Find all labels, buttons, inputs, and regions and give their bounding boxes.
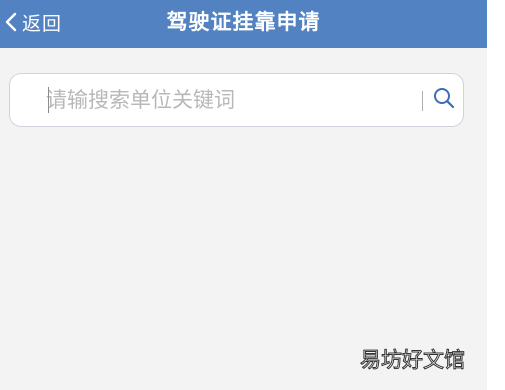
search-button[interactable]	[428, 84, 460, 116]
app-screen: 返回 驾驶证挂靠申请 易坊好文馆	[0, 0, 487, 390]
right-margin	[487, 0, 505, 390]
search-icon	[432, 86, 456, 114]
page-title: 驾驶证挂靠申请	[166, 10, 321, 34]
search-bar	[9, 73, 464, 127]
navigation-bar: 返回 驾驶证挂靠申请	[0, 0, 487, 48]
watermark-text: 易坊好文馆	[360, 348, 466, 373]
text-cursor	[48, 87, 49, 113]
search-divider	[422, 91, 423, 111]
search-input[interactable]	[46, 82, 416, 118]
